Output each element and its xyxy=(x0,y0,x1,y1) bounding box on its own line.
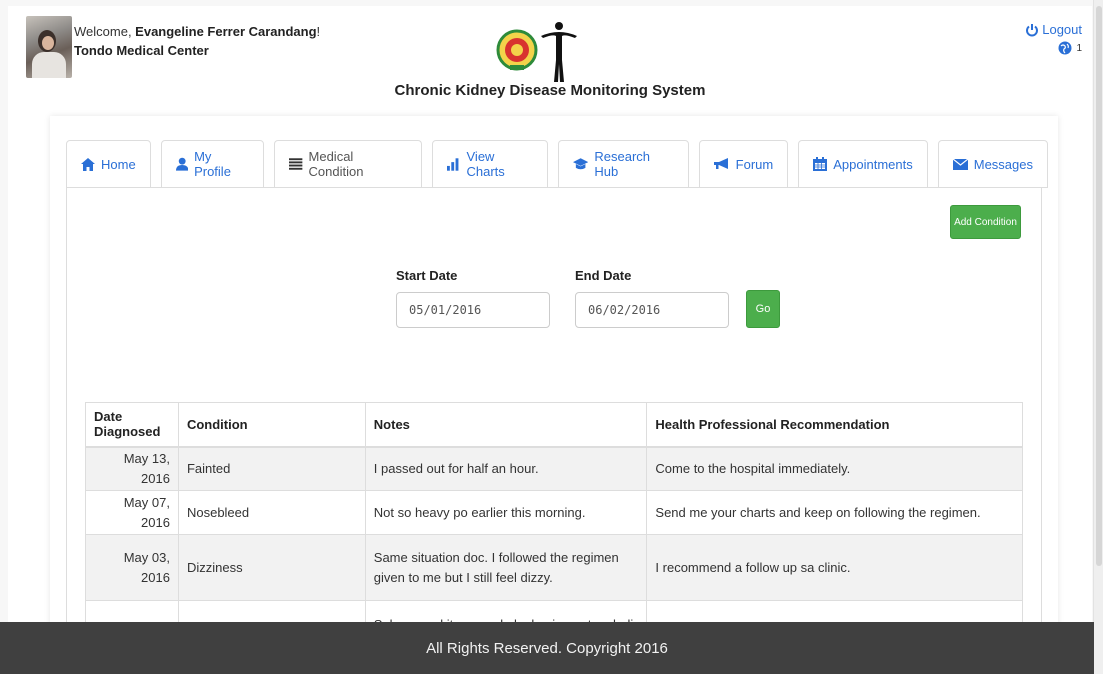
tab-bar: Home My Profile Medical Condition View C… xyxy=(66,140,1058,188)
start-date-label: Start Date xyxy=(396,268,458,283)
cell-date: May 03, 2016 xyxy=(85,534,179,601)
go-button[interactable]: Go xyxy=(746,290,780,328)
tab-home[interactable]: Home xyxy=(66,140,151,188)
tab-messages-label: Messages xyxy=(973,156,1033,172)
tab-research-hub[interactable]: Research Hub xyxy=(558,140,689,188)
tab-view-charts-label: View Charts xyxy=(466,149,505,179)
home-icon xyxy=(81,157,95,171)
vertical-scrollbar[interactable] xyxy=(1093,0,1103,674)
logout-label: Logout xyxy=(1042,22,1082,37)
tab-home-label: Home xyxy=(101,156,136,172)
table-header-row: Date Diagnosed Condition Notes Health Pr… xyxy=(85,402,1023,448)
tab-messages[interactable]: Messages xyxy=(937,140,1048,188)
logout-link[interactable]: Logout xyxy=(1025,22,1082,37)
col-notes: Notes xyxy=(364,402,648,448)
cell-notes: Same situation doc. I followed the regim… xyxy=(364,534,648,601)
tab-medical-condition-label: Medical Condition xyxy=(308,149,364,179)
cell-recommendation: Come to the hospital immediately. xyxy=(646,446,1023,491)
list-icon xyxy=(289,158,303,170)
scrollbar-thumb[interactable] xyxy=(1096,6,1102,566)
add-condition-button[interactable]: Add Condition xyxy=(950,205,1021,239)
cell-recommendation: I recommend a follow up sa clinic. xyxy=(646,534,1023,601)
bullhorn-icon xyxy=(713,158,728,169)
page: Welcome, Evangeline Ferrer Carandang! To… xyxy=(8,6,1092,674)
cell-recommendation: Send me your charts and keep on followin… xyxy=(646,490,1023,535)
tab-appointments-label: Appointments xyxy=(833,156,913,172)
header-actions: Logout 1 xyxy=(1025,22,1082,55)
tab-medical-condition[interactable]: Medical Condition xyxy=(274,140,423,188)
table-row[interactable]: May 03, 2016 Dizziness Same situation do… xyxy=(85,534,1023,601)
end-date-label: End Date xyxy=(575,268,632,283)
globe-icon xyxy=(1058,41,1072,55)
footer-text: All Rights Reserved. Copyright 2016 xyxy=(426,639,668,657)
col-recommendation: Health Professional Recommendation xyxy=(646,402,1023,448)
tab-appointments[interactable]: Appointments xyxy=(798,140,928,188)
graduation-cap-icon xyxy=(573,158,589,170)
user-icon xyxy=(175,157,189,171)
tab-my-profile[interactable]: My Profile xyxy=(160,140,265,188)
col-condition: Condition xyxy=(177,402,366,448)
hospital-label: Tondo Medical Center xyxy=(74,43,209,58)
hospital-name: Tondo Medical Center xyxy=(74,41,320,60)
avatar-body xyxy=(32,52,66,78)
notification-count: 1 xyxy=(1076,42,1082,54)
welcome-prefix: Welcome, xyxy=(74,24,136,39)
app-title: Chronic Kidney Disease Monitoring System xyxy=(394,82,706,99)
welcome-line: Welcome, Evangeline Ferrer Carandang! xyxy=(74,22,320,41)
tab-forum-label: Forum xyxy=(735,156,774,172)
welcome-suffix: ! xyxy=(316,24,321,39)
avatar-face xyxy=(42,36,54,50)
table-row[interactable]: May 13, 2016 Fainted I passed out for ha… xyxy=(85,446,1023,491)
end-date-value: 06/02/2016 xyxy=(588,303,661,317)
end-date-input[interactable]: 06/02/2016 xyxy=(575,292,729,328)
cell-condition: Dizziness xyxy=(177,534,366,601)
tab-content: Add Condition Start Date 05/01/2016 End … xyxy=(66,187,1042,674)
tab-research-hub-label: Research Hub xyxy=(594,149,651,179)
power-icon xyxy=(1026,23,1039,36)
envelope-icon xyxy=(952,158,968,170)
start-date-value: 05/01/2016 xyxy=(409,303,482,317)
cell-condition: Fainted xyxy=(177,446,366,491)
footer: All Rights Reserved. Copyright 2016 xyxy=(0,622,1094,674)
avatar[interactable] xyxy=(26,16,72,78)
bar-chart-icon xyxy=(447,157,459,171)
col-date-diagnosed: Date Diagnosed xyxy=(85,402,179,448)
user-name: Evangeline Ferrer Carandang xyxy=(135,24,317,39)
cell-notes: Not so heavy po earlier this morning. xyxy=(364,490,648,535)
cell-notes: I passed out for half an hour. xyxy=(364,446,648,491)
welcome-block: Welcome, Evangeline Ferrer Carandang! To… xyxy=(74,22,320,60)
tab-forum[interactable]: Forum xyxy=(698,140,789,188)
human-figure-logo xyxy=(541,22,577,82)
logos xyxy=(495,20,615,84)
conditions-table: Date Diagnosed Condition Notes Health Pr… xyxy=(85,402,1023,656)
tab-view-charts[interactable]: View Charts xyxy=(432,140,549,188)
cell-condition: Nosebleed xyxy=(177,490,366,535)
cell-date: May 13, 2016 xyxy=(85,446,179,491)
cell-date: May 07, 2016 xyxy=(85,490,179,535)
table-row[interactable]: May 07, 2016 Nosebleed Not so heavy po e… xyxy=(85,490,1023,535)
calendar-icon xyxy=(813,157,828,171)
tab-my-profile-label: My Profile xyxy=(194,149,231,179)
notifications[interactable]: 1 xyxy=(1025,41,1082,55)
main-panel: Home My Profile Medical Condition View C… xyxy=(50,116,1058,674)
start-date-input[interactable]: 05/01/2016 xyxy=(396,292,550,328)
